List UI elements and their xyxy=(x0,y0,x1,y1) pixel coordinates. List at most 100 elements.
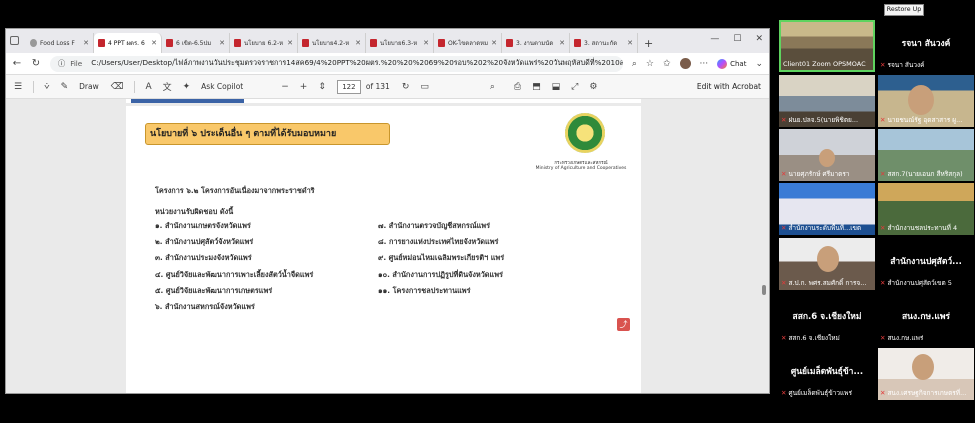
policy-title: นโยบายที่ ๖ ประเด็นอื่น ๆ ตามที่ได้รับมอ… xyxy=(145,123,390,145)
acrobat-icon[interactable]: ⤴ xyxy=(617,318,630,331)
list-item: ๓. สำนักงานประมงจังหวัดแพร่ xyxy=(155,253,252,263)
close-tab-icon[interactable]: ✕ xyxy=(151,39,157,47)
ministry-seal-logo xyxy=(565,113,605,153)
chevron-down-icon[interactable]: ⌄ xyxy=(755,59,763,69)
contents-icon[interactable]: ☰ xyxy=(14,82,22,92)
tab-actions-icon[interactable] xyxy=(10,36,19,45)
participant-tile[interactable]: ✕ สำนักงานระดับพื้นที่...เขต xyxy=(779,183,875,235)
close-window-icon[interactable]: ✕ xyxy=(755,34,763,44)
list-item: ๑๑. โครงการชลประทานแพร่ xyxy=(378,285,471,295)
mic-muted-icon: ✕ xyxy=(880,389,886,397)
draw-button[interactable]: Draw xyxy=(79,82,99,91)
mic-muted-icon: ✕ xyxy=(781,170,787,178)
back-icon[interactable]: ← xyxy=(12,58,22,69)
window-controls: — ☐ ✕ xyxy=(710,34,763,44)
close-tab-icon[interactable]: ✕ xyxy=(83,39,89,47)
save-icon[interactable]: ⬒ xyxy=(532,82,541,92)
tab-6[interactable]: OK-ไขตลาดหม ✕ xyxy=(434,33,502,53)
participant-tile[interactable]: รจนา สันวงค์ ✕ รจนา สันวงค์ xyxy=(878,20,974,72)
participant-tile[interactable]: สำนักงานปศุสัตว์... ✕ สำนักงานปศุสัตว์เขต… xyxy=(878,238,974,290)
url-text: C:/Users/User/Desktop/ไฟล์ภาพงานวันประชุ… xyxy=(91,58,623,67)
mic-muted-icon: ✕ xyxy=(880,61,886,69)
refresh-icon[interactable]: ↻ xyxy=(31,58,41,69)
ask-copilot-button[interactable]: Ask Copilot xyxy=(201,82,243,91)
tab-4[interactable]: นโยบาย4.2-ห ✕ xyxy=(298,33,366,53)
participant-tile[interactable]: ศูนย์เมล็ดพันธุ์ข้า... ✕ ศูนย์เมล็ดพันธุ์… xyxy=(779,348,875,400)
close-tab-icon[interactable]: ✕ xyxy=(287,39,293,47)
print-icon[interactable]: ⎙ xyxy=(514,82,521,92)
scrollbar-thumb[interactable] xyxy=(762,285,766,295)
copilot-chat-button[interactable]: Chat xyxy=(717,58,746,69)
mic-muted-icon: ✕ xyxy=(880,170,886,178)
tab-1[interactable]: 4 PPT ผตร. 6 ✕ xyxy=(94,33,162,53)
agency-list-left: ๑. สำนักงานเกษตรจังหวัดแพร่ ๒. สำนักงานป… xyxy=(155,221,313,318)
copilot-icon xyxy=(717,58,728,69)
search-pdf-icon[interactable]: ⌕ xyxy=(490,82,495,92)
copilot-icon[interactable]: ✦ xyxy=(183,82,191,92)
more-icon[interactable]: ··· xyxy=(700,59,709,69)
erase-icon[interactable]: ⌫ xyxy=(111,82,124,92)
participant-tile[interactable]: สสก.6 จ.เชียงใหม่ ✕ สสก.6 จ.เชียงใหม่ xyxy=(779,293,875,345)
close-tab-icon[interactable]: ✕ xyxy=(627,39,633,47)
translate-icon[interactable]: 文 xyxy=(163,80,172,93)
list-item: ๗. สำนักงานตรวจบัญชีสหกรณ์แพร่ xyxy=(378,221,491,230)
fullscreen-icon[interactable]: ⤢ xyxy=(571,82,578,92)
rotate-icon[interactable]: ↻ xyxy=(402,82,410,92)
pdf-icon xyxy=(98,39,105,47)
page-number-input[interactable]: 122 xyxy=(336,79,361,94)
favorites-icon[interactable]: ✩ xyxy=(663,59,671,69)
page-view-icon[interactable]: ▭ xyxy=(420,82,429,92)
tab-3[interactable]: นโยบาย 6.2-ห ✕ xyxy=(230,33,298,53)
page-total: of 131 xyxy=(365,82,390,91)
tab-5[interactable]: นโยบาย6.3-ห ✕ xyxy=(366,33,434,53)
participant-tile[interactable]: Client01 Zoom OPSMOAC xyxy=(779,20,875,72)
highlight-icon[interactable]: ⩒ xyxy=(44,82,49,92)
tab-0[interactable]: Food Loss F ✕ xyxy=(26,33,94,53)
settings-icon[interactable]: ⚙ xyxy=(589,82,597,92)
minimize-icon[interactable]: — xyxy=(710,34,719,44)
list-item: ๒. สำนักงานปศุสัตว์จังหวัดแพร่ xyxy=(155,237,254,247)
new-tab-button[interactable]: + xyxy=(644,37,653,50)
close-tab-icon[interactable]: ✕ xyxy=(355,39,361,47)
participant-tile[interactable]: ✕ ฝนย.ปลจ.5(นายพิชิตย... xyxy=(779,75,875,127)
edit-with-acrobat-button[interactable]: Edit with Acrobat xyxy=(697,82,761,91)
fit-page-icon[interactable]: ⇕ xyxy=(318,82,326,92)
pdf-icon xyxy=(370,39,377,47)
participant-tile[interactable]: ✕ สนง.เศรษฐกิจการเกษตรที่... xyxy=(878,348,974,400)
mic-muted-icon: ✕ xyxy=(781,116,787,124)
tab-2[interactable]: 6 เขิต-6.5ปม ✕ xyxy=(162,33,230,53)
tab-8[interactable]: 3. สถานะกัด ✕ xyxy=(570,33,638,53)
close-tab-icon[interactable]: ✕ xyxy=(559,39,565,47)
mic-muted-icon: ✕ xyxy=(781,389,787,397)
mic-muted-icon: ✕ xyxy=(781,224,787,232)
participant-tile[interactable]: ✕ สำนักงานชลประทานที่ 4 xyxy=(878,183,974,235)
maximize-icon[interactable]: ☐ xyxy=(733,34,741,44)
profile-avatar[interactable] xyxy=(679,58,691,69)
mic-muted-icon: ✕ xyxy=(880,334,886,342)
search-icon[interactable]: ⌕ xyxy=(632,59,637,69)
browser-window: Food Loss F ✕ 4 PPT ผตร. 6 ✕ 6 เขิต-6.5ปม ✕… xyxy=(5,28,770,394)
close-tab-icon[interactable]: ✕ xyxy=(219,39,225,47)
read-aloud-icon[interactable]: A xyxy=(145,82,151,92)
pdf-viewer[interactable]: นโยบายที่ ๖ ประเด็นอื่น ๆ ตามที่ได้รับมอ… xyxy=(6,99,769,393)
participant-tile[interactable]: ✕ นายศุภรักษ์ ศรีมาตรา xyxy=(779,129,875,181)
favorite-star-icon[interactable]: ☆ xyxy=(646,59,654,69)
participant-tile[interactable]: ✕ นายชนณ์รัฐ อุดสาสาร ผู... xyxy=(878,75,974,127)
participant-tile[interactable]: ✕ สสก.7(นายเอนก สีหริสกุล) xyxy=(878,129,974,181)
draw-icon[interactable]: ✎ xyxy=(61,82,69,92)
zoom-out-icon[interactable]: − xyxy=(281,82,289,92)
zoom-in-icon[interactable]: + xyxy=(300,82,308,92)
close-tab-icon[interactable]: ✕ xyxy=(491,39,497,47)
tab-7[interactable]: 3. งานตามนัด ✕ xyxy=(502,33,570,53)
divider xyxy=(134,80,136,93)
list-item: ๖. สำนักงานสหกรณ์จังหวัดแพร่ xyxy=(155,301,255,311)
close-tab-icon[interactable]: ✕ xyxy=(423,39,429,47)
desktop: Food Loss F ✕ 4 PPT ผตร. 6 ✕ 6 เขิต-6.5ปม ✕… xyxy=(0,0,975,423)
url-field[interactable]: ⓘ File C:/Users/User/Desktop/ไฟล์ภาพงานว… xyxy=(50,55,623,72)
save-as-icon[interactable]: ⬓ xyxy=(552,82,561,92)
list-item: ๑. สำนักงานเกษตรจังหวัดแพร่ xyxy=(155,221,251,230)
participant-tile[interactable]: ✕ ส.ป.ก. พศร.สมศักดิ์ การจ... xyxy=(779,238,875,290)
restore-up-button[interactable]: Restore Up xyxy=(884,4,924,16)
pdf-icon xyxy=(506,39,513,47)
participant-tile[interactable]: สนง.กษ.แพร่ ✕ สนง.กษ.แพร่ xyxy=(878,293,974,345)
